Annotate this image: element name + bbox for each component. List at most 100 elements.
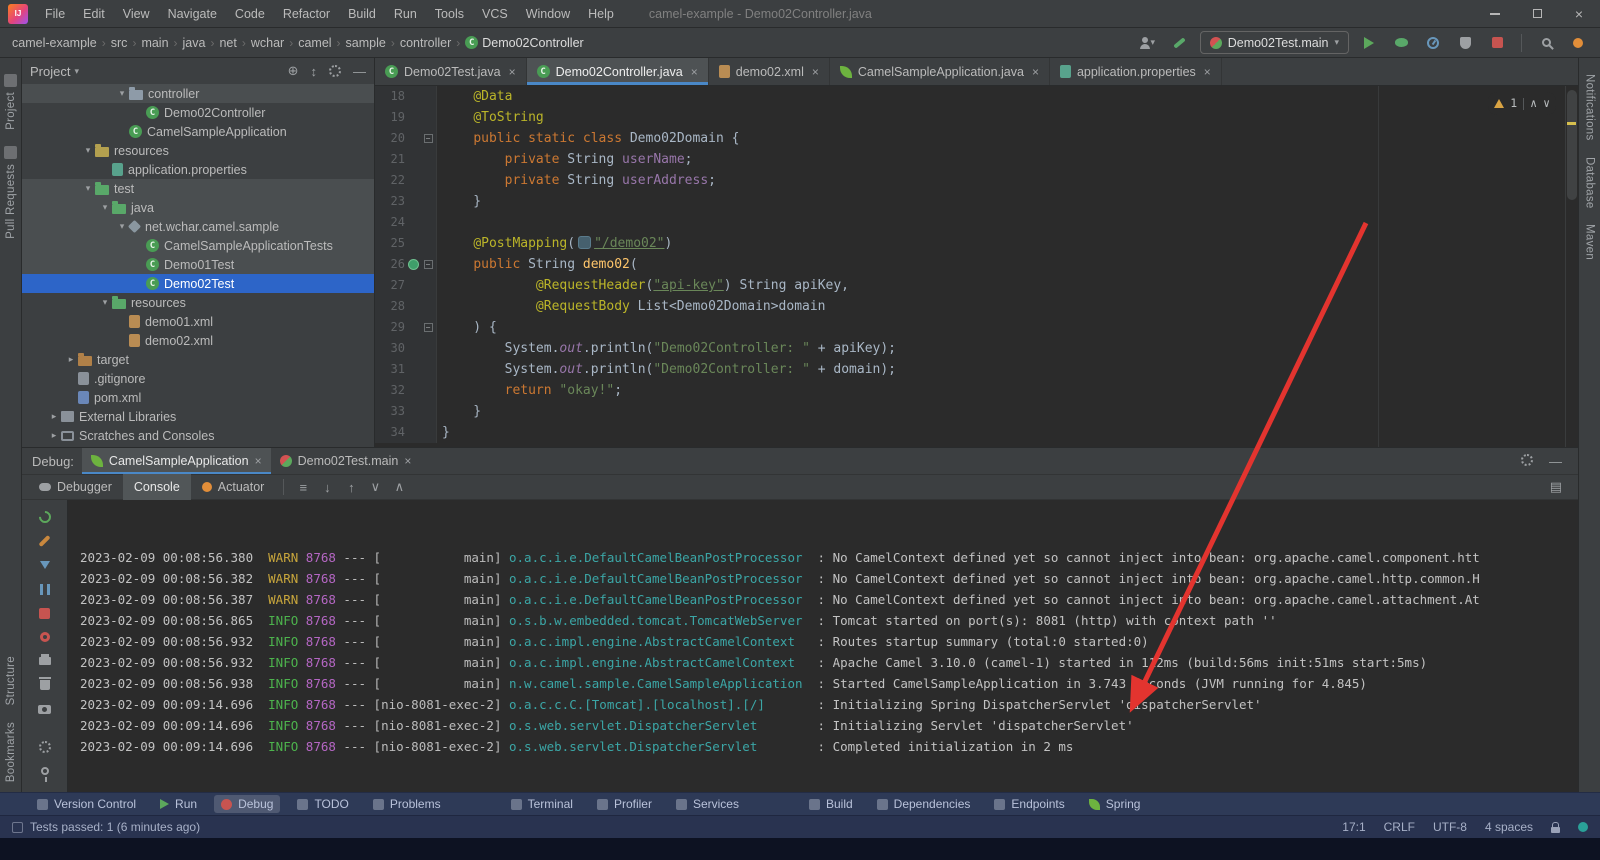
stepdown-icon[interactable] (32, 554, 58, 576)
scroll-down-icon[interactable]: ↓ (316, 476, 338, 498)
gutter[interactable]: 34 (375, 422, 437, 443)
chevron-closed-icon[interactable]: ▸ (47, 411, 61, 422)
menu-navigate[interactable]: Navigate (159, 0, 226, 28)
layout-settings-icon[interactable]: ▤ (1550, 479, 1562, 495)
menu-window[interactable]: Window (517, 0, 579, 28)
close-icon[interactable]: × (1204, 65, 1211, 79)
run-config-select[interactable]: Demo02Test.main ▾ (1200, 31, 1349, 54)
menu-build[interactable]: Build (339, 0, 385, 28)
menu-refactor[interactable]: Refactor (274, 0, 339, 28)
close-icon[interactable]: × (255, 454, 262, 468)
hide-panel-icon[interactable]: — (1549, 454, 1562, 469)
gutter[interactable]: 32 (375, 380, 437, 401)
tree-item-demo02controller[interactable]: CDemo02Controller (22, 103, 374, 122)
tab-demo02-xml[interactable]: demo02.xml× (709, 58, 830, 85)
project-panel-title[interactable]: Project (30, 64, 70, 79)
settings-gear-icon[interactable] (1521, 454, 1533, 469)
toolwindow-button-dependencies[interactable]: Dependencies (870, 795, 978, 813)
collapse-all-icon[interactable]: ∨ (364, 476, 386, 498)
gutter[interactable]: 25 (375, 233, 437, 254)
menu-edit[interactable]: Edit (74, 0, 114, 28)
chevron-closed-icon[interactable]: ▸ (64, 354, 78, 365)
chevron-open-icon[interactable]: ▾ (81, 183, 95, 194)
tree-item-external-libraries[interactable]: ▸External Libraries (22, 407, 374, 426)
tool-stripe-project[interactable]: Project (4, 74, 17, 130)
close-icon[interactable]: × (812, 65, 819, 79)
breadcrumb-demo02controller[interactable]: CDemo02Controller (463, 36, 585, 50)
expand-all-icon[interactable]: ∧ (388, 476, 410, 498)
tree-item-scratches-and-consoles[interactable]: ▸Scratches and Consoles (22, 426, 374, 445)
rerun-icon[interactable] (32, 506, 58, 528)
view-tab-actuator[interactable]: Actuator (191, 474, 276, 500)
chevron-down-icon[interactable]: ▾ (74, 66, 79, 77)
menu-code[interactable]: Code (226, 0, 274, 28)
tree-item-target[interactable]: ▸target (22, 350, 374, 369)
toolwindow-button-profiler[interactable]: Profiler (590, 795, 659, 813)
toolwindow-button-spring[interactable]: Spring (1082, 795, 1148, 813)
chevron-open-icon[interactable]: ▾ (115, 88, 129, 99)
tool-stripe-database[interactable]: Database (1584, 157, 1596, 209)
build-project-button[interactable] (1168, 31, 1192, 55)
settings-gear-icon[interactable] (329, 65, 341, 77)
fold-icon[interactable]: − (424, 134, 433, 143)
toolwindow-button-build[interactable]: Build (802, 795, 860, 813)
toolwindow-button-debug[interactable]: Debug (214, 795, 280, 813)
tree-item-demo01-xml[interactable]: demo01.xml (22, 312, 374, 331)
close-icon[interactable]: × (509, 65, 516, 79)
run-button[interactable] (1357, 31, 1381, 55)
debug-tab-demo02test-main[interactable]: Demo02Test.main× (271, 448, 421, 474)
tree-item-pom-xml[interactable]: pom.xml (22, 388, 374, 407)
debug-button[interactable] (1389, 31, 1413, 55)
pause-icon[interactable] (32, 578, 58, 600)
breadcrumb-src[interactable]: src (109, 36, 130, 50)
tool-stripe-pull-requests[interactable]: Pull Requests (4, 146, 17, 239)
gutter[interactable]: 28 (375, 296, 437, 317)
tree-item-camelsampleapplicationtests[interactable]: CCamelSampleApplicationTests (22, 236, 374, 255)
toolwindow-button-terminal[interactable]: Terminal (504, 795, 580, 813)
view-tab-debugger[interactable]: Debugger (28, 474, 123, 500)
coverage-button[interactable] (1453, 31, 1477, 55)
gutter[interactable]: 31 (375, 359, 437, 380)
tool-stripe-notifications[interactable]: Notifications (1584, 74, 1596, 141)
code-with-me-users-button[interactable]: ▾ (1136, 31, 1160, 55)
chevron-closed-icon[interactable]: ▸ (47, 430, 61, 441)
menu-tools[interactable]: Tools (426, 0, 473, 28)
close-icon[interactable]: × (691, 65, 698, 79)
gear-icon[interactable] (32, 736, 58, 758)
tree-item-java[interactable]: ▾java (22, 198, 374, 217)
print-icon[interactable] (32, 650, 58, 672)
ide-update-badge[interactable] (1566, 31, 1590, 55)
debug-tab-camelsampleapplication[interactable]: CamelSampleApplication× (82, 448, 271, 474)
chevron-open-icon[interactable]: ▾ (98, 202, 112, 213)
gutter[interactable]: 20− (375, 128, 437, 149)
tab-application-properties[interactable]: application.properties× (1050, 58, 1222, 85)
tree-item-demo01test[interactable]: CDemo01Test (22, 255, 374, 274)
gutter[interactable]: 24 (375, 212, 437, 233)
toolwindow-button-services[interactable]: Services (669, 795, 746, 813)
menu-vcs[interactable]: VCS (473, 0, 517, 28)
select-opened-file-icon[interactable]: ⊕ (288, 63, 299, 79)
breadcrumb-camel[interactable]: camel (296, 36, 333, 50)
toolwindow-button-todo[interactable]: TODO (290, 795, 355, 813)
menu-help[interactable]: Help (579, 0, 623, 28)
soft-wrap-icon[interactable]: ≡ (292, 476, 314, 498)
chevron-open-icon[interactable]: ▾ (81, 145, 95, 156)
code-area[interactable]: 18 @Data19 @ToString20− public static cl… (375, 86, 1578, 447)
pin-icon[interactable] (32, 760, 58, 782)
menu-view[interactable]: View (114, 0, 159, 28)
gutter[interactable]: 30 (375, 338, 437, 359)
gutter[interactable]: 22 (375, 170, 437, 191)
expand-collapse-icon[interactable]: ↕ (311, 64, 318, 79)
tree-item-demo02test[interactable]: CDemo02Test (22, 274, 374, 293)
gutter[interactable]: 29− (375, 317, 437, 338)
tab-demo02controller-java[interactable]: CDemo02Controller.java× (527, 58, 709, 85)
tree-item-gitignore[interactable]: .gitignore (22, 369, 374, 388)
breadcrumb-net[interactable]: net (217, 36, 238, 50)
toolwindow-button-run[interactable]: Run (153, 795, 204, 813)
prev-issue-icon[interactable]: ∧ (1530, 93, 1537, 114)
close-icon[interactable]: × (404, 454, 411, 468)
breadcrumb-controller[interactable]: controller (398, 36, 453, 50)
caret-position[interactable]: 17:1 (1342, 820, 1365, 834)
status-message[interactable]: Tests passed: 1 (6 minutes ago) (12, 820, 200, 834)
line-separator[interactable]: CRLF (1384, 820, 1415, 834)
